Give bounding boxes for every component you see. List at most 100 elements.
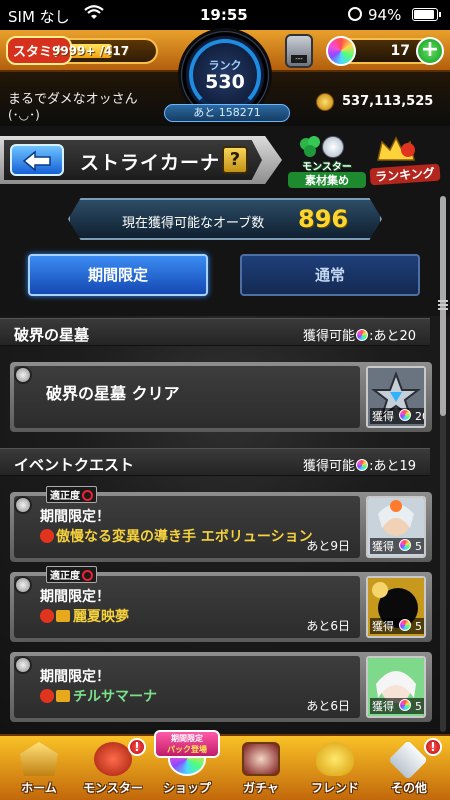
section-available: 獲得可能 :あと19 bbox=[303, 455, 416, 474]
section-title: イベントクエスト bbox=[14, 456, 135, 474]
scrollbar-grip-icon[interactable] bbox=[438, 300, 448, 312]
nav-home[interactable]: ホーム bbox=[2, 740, 76, 800]
quest-thumbnail: 獲得 5 bbox=[366, 656, 426, 718]
pin-icon bbox=[14, 656, 32, 674]
remaining-days: あと6日 bbox=[306, 619, 350, 633]
nav-label: ショップ bbox=[162, 781, 211, 795]
other-icon bbox=[388, 740, 428, 780]
help-button[interactable]: ? bbox=[222, 146, 248, 174]
target-icon bbox=[82, 490, 93, 501]
quest-title: 破界の星墓 クリア bbox=[46, 384, 180, 403]
quest-card[interactable]: 適正度 期間限定！ 傲慢なる変異の導き手 エボリューション あと9日 獲得 5 bbox=[10, 486, 432, 562]
nav-label: モンスター bbox=[83, 781, 143, 795]
quest-name: 麗夏映夢 bbox=[40, 606, 129, 626]
carrier-label: SIM なし bbox=[8, 8, 70, 26]
chest-icon bbox=[56, 610, 70, 622]
nav-label: ホーム bbox=[21, 781, 57, 795]
nav-label: ガチャ bbox=[243, 781, 279, 795]
tab-limited-time[interactable]: 期間限定 bbox=[28, 254, 208, 296]
crown-icon bbox=[377, 136, 415, 161]
reward: 獲得 5 bbox=[370, 698, 424, 714]
orientation-lock-icon bbox=[348, 7, 362, 21]
monster-material-label: モンスター bbox=[302, 162, 352, 173]
devil-icon bbox=[40, 689, 54, 703]
exp-remaining: あと 158271 bbox=[164, 104, 290, 122]
nav-shop[interactable]: 期間限定 パック登場 ショップ bbox=[150, 730, 224, 800]
bottom-nav: ホーム ! モンスター 期間限定 パック登場 ショップ ガチャ フレンド ! そ… bbox=[0, 730, 450, 800]
remaining-days: あと9日 bbox=[306, 539, 350, 553]
reward: 獲得 20 bbox=[370, 408, 424, 424]
pin-icon bbox=[14, 366, 32, 384]
clock: 19:55 bbox=[200, 6, 248, 24]
gacha-icon bbox=[242, 742, 280, 776]
suitability-badge: 適正度 bbox=[46, 566, 97, 583]
player-header: スタミナ 9999+ /417 ランク 530 --- 17 + まるでダメなオ… bbox=[0, 28, 450, 126]
alert-icon: ! bbox=[128, 738, 146, 756]
quest-thumbnail: 獲得 5 bbox=[366, 576, 426, 638]
pin-icon bbox=[14, 496, 32, 514]
monster-ball-icon bbox=[322, 136, 344, 158]
player-comment: (･◡･) bbox=[8, 108, 40, 122]
section-available: 獲得可能:あと20 bbox=[303, 325, 416, 344]
quest-list[interactable]: 破界の星墓 獲得可能:あと20 破界の星墓 クリア 獲得 20 イベントクエスト… bbox=[0, 316, 450, 738]
battery-level-fill bbox=[414, 10, 434, 19]
ticket-value: --- bbox=[291, 55, 307, 63]
quest-card[interactable]: 破界の星墓 クリア 獲得 20 bbox=[10, 362, 432, 432]
ticket-icon[interactable]: --- bbox=[285, 34, 313, 68]
orb-icon bbox=[356, 459, 369, 471]
available-remaining: :あと19 bbox=[369, 459, 416, 474]
reward-value: 5 bbox=[415, 700, 422, 713]
stamina-gauge: スタミナ 9999+ /417 bbox=[6, 36, 158, 65]
stamina-value: 9999+ /417 bbox=[52, 44, 130, 58]
buy-orbs-button[interactable]: + bbox=[416, 37, 444, 65]
chest-icon bbox=[56, 690, 70, 702]
quest-card[interactable]: 期間限定！ チルサマーナ あと6日 獲得 5 bbox=[10, 652, 432, 722]
nav-label: フレンド bbox=[310, 781, 359, 795]
limited-label: 期間限定！ bbox=[40, 509, 110, 525]
available-remaining: :あと20 bbox=[369, 329, 416, 344]
suitability-badge: 適正度 bbox=[46, 486, 97, 503]
page-title: ストライカーナビ bbox=[80, 152, 241, 174]
available-orbs-value: 896 bbox=[298, 205, 349, 233]
devil-icon bbox=[40, 609, 54, 623]
orb-counter: 17 + bbox=[326, 36, 444, 66]
nav-monster[interactable]: ! モンスター bbox=[76, 738, 150, 800]
back-arrow-icon bbox=[22, 150, 51, 172]
back-button[interactable] bbox=[10, 144, 64, 176]
coin-icon bbox=[316, 93, 334, 111]
coin-value: 537,113,525 bbox=[342, 94, 434, 109]
quest-thumbnail: 獲得 5 bbox=[366, 496, 426, 558]
orb-icon bbox=[356, 329, 369, 341]
nav-label: その他 bbox=[390, 781, 427, 795]
available-label: 獲得可能 bbox=[303, 459, 356, 474]
section-header: イベントクエスト 獲得可能 :あと19 bbox=[0, 448, 430, 476]
navi-title-bar: ストライカーナビ ? bbox=[0, 136, 282, 184]
nav-gacha[interactable]: ガチャ bbox=[224, 740, 298, 800]
battery-icon bbox=[412, 8, 441, 21]
ranking-label: ランキング bbox=[369, 163, 441, 186]
alert-icon: ! bbox=[424, 738, 442, 756]
reward: 獲得 5 bbox=[370, 618, 424, 634]
battery-percent: 94% bbox=[368, 6, 402, 24]
dragon-icon bbox=[94, 742, 132, 776]
tab-normal[interactable]: 通常 bbox=[240, 254, 420, 296]
ranking-button[interactable]: ランキング bbox=[369, 134, 441, 190]
devil-icon bbox=[40, 529, 54, 543]
quest-card[interactable]: 適正度 期間限定！ 麗夏映夢 あと6日 獲得 5 bbox=[10, 566, 432, 642]
orb-icon bbox=[326, 36, 356, 66]
limited-label: 期間限定！ bbox=[40, 589, 110, 605]
pin-icon bbox=[14, 576, 32, 594]
nav-other[interactable]: ! その他 bbox=[372, 738, 446, 800]
available-orbs-panel: 現在獲得可能なオーブ数 896 bbox=[68, 198, 382, 240]
shop-badge: 期間限定 パック登場 bbox=[154, 730, 220, 758]
wifi-icon bbox=[84, 5, 104, 25]
material-collect-label: 素材集め bbox=[288, 172, 366, 188]
rank-value: 530 bbox=[205, 71, 245, 93]
monster-material-button[interactable]: モンスター 素材集め bbox=[288, 134, 366, 190]
home-icon bbox=[20, 742, 58, 776]
target-icon bbox=[82, 570, 93, 581]
section-title: 破界の星墓 bbox=[14, 326, 90, 344]
player-name[interactable]: まるでダメなオッさん bbox=[8, 88, 138, 107]
nav-friend[interactable]: フレンド bbox=[298, 740, 372, 800]
reward-value: 5 bbox=[415, 620, 422, 633]
